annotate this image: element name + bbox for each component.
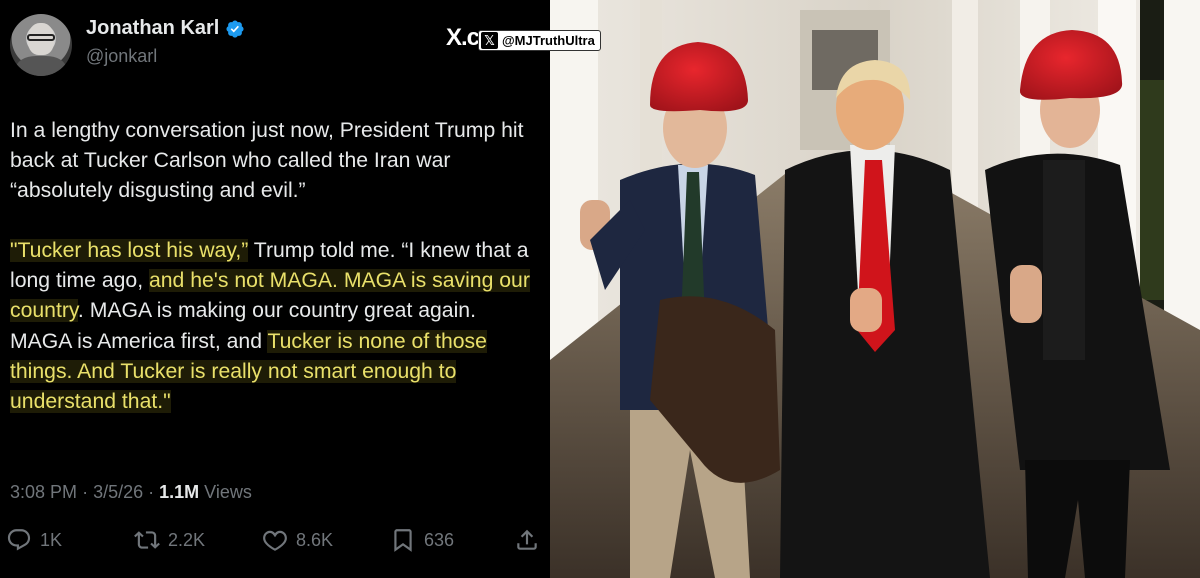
repost-button[interactable]: 2.2K [134,527,205,553]
meta-separator: · [82,482,94,502]
x-mini-icon: 𝕏 [481,32,498,49]
tweet-intro-text: In a lengthy conversation just now, Pres… [10,119,524,203]
repost-count: 2.2K [168,529,206,550]
tweet-body: In a lengthy conversation just now, Pres… [10,116,540,417]
tweet-date[interactable]: 3/5/26 [93,482,143,502]
author-avatar[interactable] [10,14,72,76]
views-count: 1.1M [159,482,200,502]
reply-button[interactable]: 1K [6,527,62,553]
reply-count: 1K [40,529,63,550]
quote-segment-highlighted: "Tucker has lost his way,” [10,239,249,263]
right-man-shirt [1043,160,1085,360]
bookmark-icon [394,529,412,552]
photo-panel [550,0,1200,578]
author-handle[interactable]: @jonkarl [86,46,157,67]
bookmark-count: 636 [424,529,455,550]
watermark-text: @MJTruthUltra [502,33,595,48]
tweet-actions: 1K 2.2K 8.6K 636 [6,527,546,557]
like-button[interactable]: 8.6K [262,527,333,553]
tweet-meta: 3:08 PM · 3/5/26 · 1.1M Views [10,482,252,503]
right-man-thumb [1010,265,1042,323]
like-count: 8.6K [296,529,334,550]
repost-icon [134,531,160,549]
tweet-card: Jonathan Karl @jonkarl X.com In a length… [0,0,550,578]
views-label: Views [204,482,252,502]
tweet-quote: "Tucker has lost his way,” Trump told me… [10,236,540,417]
author-display-name[interactable]: Jonathan Karl [86,17,219,40]
meta-separator: · [148,482,160,502]
author-name-row[interactable]: Jonathan Karl [86,17,245,40]
verified-badge-icon [226,19,244,38]
reply-icon [7,529,31,551]
center-man-thumb [850,288,882,332]
bookmark-button[interactable]: 636 [390,527,454,553]
heart-icon [263,530,287,551]
photo-scene [550,0,1200,578]
watermark-badge: 𝕏 @MJTruthUltra [478,30,601,51]
share-icon [517,529,537,550]
share-button[interactable] [514,527,540,553]
tweet-time[interactable]: 3:08 PM [10,482,77,502]
